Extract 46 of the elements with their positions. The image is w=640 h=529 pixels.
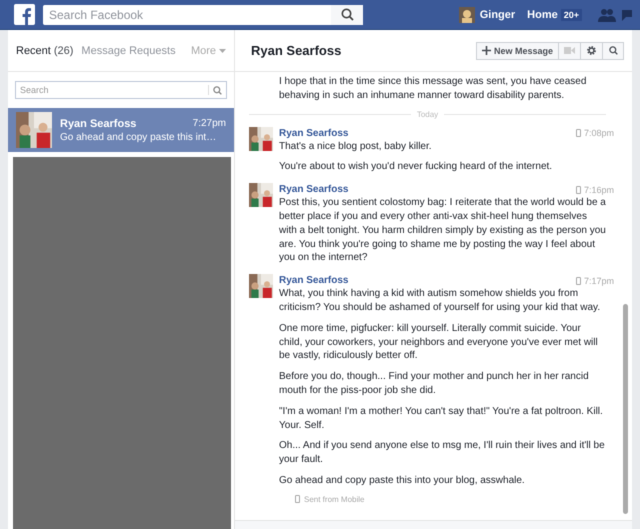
- friends-icon[interactable]: [598, 8, 616, 22]
- settings-button[interactable]: [580, 42, 603, 60]
- sent-from-label: Sent from Mobile: [304, 494, 364, 504]
- phone-icon: [576, 276, 581, 285]
- message-text: What, you think having a kid with autism somehow shields you from criticism? You should be ashamed of yourself for using your kid that way.: [279, 287, 602, 315]
- message-text: Before you do, though... Find your mother and punch her in her rancid mouth for the piss-poor job she did.: [279, 370, 590, 398]
- home-link[interactable]: Home: [527, 8, 558, 20]
- messages-icon[interactable]: [622, 8, 634, 22]
- conversation-title: Ryan Searfoss: [251, 43, 342, 58]
- message-time: 7:27pm: [192, 118, 226, 130]
- search-icon[interactable]: [340, 8, 354, 21]
- scrollbar[interactable]: [623, 304, 628, 514]
- phone-icon: [576, 129, 581, 138]
- message-time: 7:17pm: [584, 276, 614, 286]
- notification-count: 20+: [560, 8, 582, 20]
- message-text: One more time, pigfucker: kill yourself. Literally commit suicide. Your child, your coworkers, your neighbors and everyone you've ever met will be vastly, ridiculously better off.: [279, 322, 599, 364]
- search-button[interactable]: [602, 42, 624, 60]
- contact-name: Ryan Searfoss: [60, 118, 136, 130]
- profile-link[interactable]: Ginger: [480, 8, 516, 20]
- search-field[interactable]: Search: [15, 81, 227, 99]
- plus-icon: [482, 46, 491, 55]
- message-preview: Go ahead and copy paste this int…: [60, 132, 218, 142]
- sender-name[interactable]: Ryan Searfoss: [279, 184, 348, 196]
- new-message-button[interactable]: New Message: [476, 42, 559, 60]
- message-text: Post this, you sentient colostomy bag: I reiterate that the world would be a better place if you and every other anti-vax shit-heel hung themselves with a belt tonight. You harm children simply by existing as the person you are. You think you're going to shame me by posting the way I feel about you on the internet?: [279, 196, 606, 266]
- date-divider: Today: [416, 110, 440, 119]
- conversation-item[interactable]: Ryan Searfoss 7:27pm Go ahead and copy paste this int…: [8, 108, 234, 152]
- message-text: Go ahead and copy paste this into your blog, asswhale.: [279, 474, 526, 488]
- sender-name[interactable]: Ryan Searfoss: [279, 128, 348, 139]
- message-text: Oh... And if you send anyone else to msg me, I'll ruin their lives and it'll be your fault.: [279, 439, 606, 467]
- settings-icon: [586, 45, 597, 56]
- search-field[interactable]: Search Facebook: [43, 4, 363, 24]
- phone-icon: [295, 495, 300, 504]
- message-text: "I'm a woman! I'm a mother! You can't say that!" You're a fat poltroon. Kill. Your. Self.: [279, 404, 604, 432]
- search-icon: [608, 46, 618, 55]
- sender-name[interactable]: Ryan Searfoss: [279, 275, 348, 286]
- tab[interactable]: Recent (26): [16, 44, 74, 56]
- message-text: You're about to wish you'd never fucking heard of the internet.: [279, 160, 554, 174]
- logo-icon[interactable]: [14, 4, 35, 25]
- message-text: That's a nice blog post, baby killer.: [279, 140, 433, 154]
- message-time: 7:16pm: [584, 184, 614, 195]
- message-text: I hope that in the time since this message was sent, you have ceased behaving in such an inhumane manner toward disability parents.: [279, 75, 588, 103]
- caret-icon: [219, 48, 226, 52]
- message-time: 7:08pm: [584, 128, 614, 138]
- video-camera-icon: [564, 47, 575, 54]
- phone-icon: [576, 186, 581, 194]
